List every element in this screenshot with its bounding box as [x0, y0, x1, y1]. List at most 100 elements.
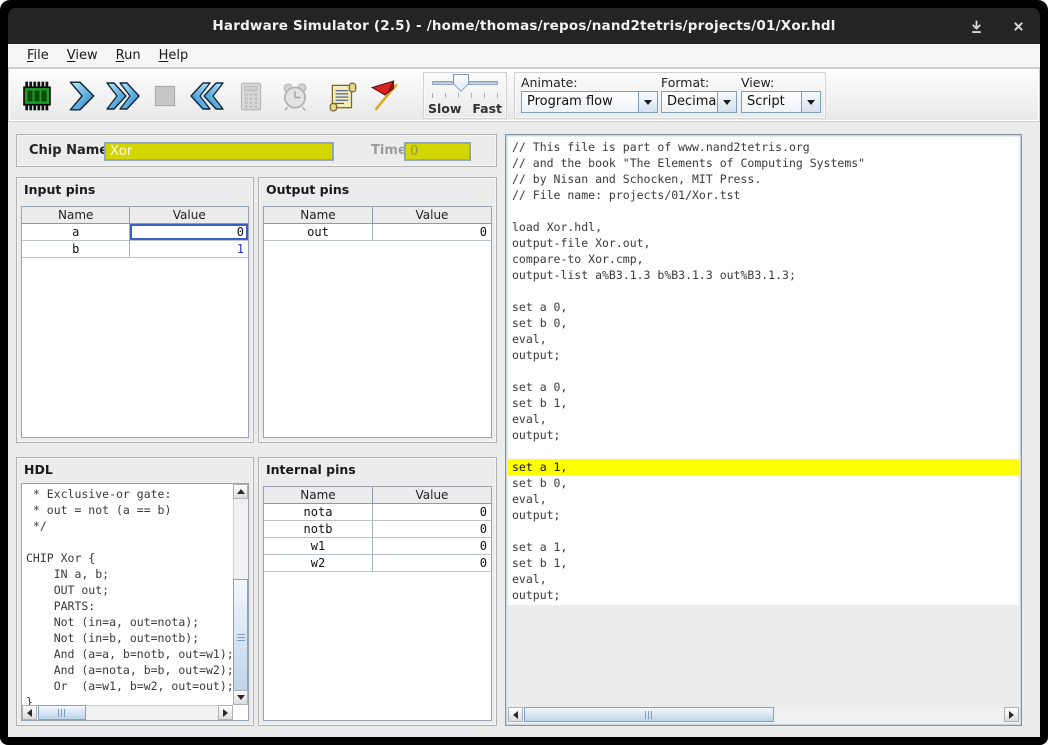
scroll-left-button[interactable] [508, 707, 523, 722]
view-value: Script [742, 92, 801, 112]
pin-row: b1 [22, 241, 248, 258]
minimize-button[interactable] [968, 18, 984, 34]
close-icon [1012, 20, 1025, 33]
script-hscroll-thumb[interactable] [524, 707, 774, 722]
pin-value: 0 [373, 538, 491, 555]
column-header-value: Value [130, 207, 248, 224]
slider-ticks [432, 93, 498, 98]
scroll-down-button[interactable] [233, 690, 248, 705]
pin-row: w20 [264, 555, 491, 572]
scroll-right-button[interactable] [1004, 707, 1019, 722]
pin-name: a [22, 224, 130, 241]
code-line: // File name: projects/01/Xor.tst [508, 187, 1019, 203]
code-line [22, 534, 233, 550]
code-line: load Xor.hdl, [508, 219, 1019, 235]
close-button[interactable] [1010, 18, 1026, 34]
menu-item-view[interactable]: View [58, 44, 107, 67]
alarm-clock-icon [278, 79, 312, 113]
script-horizontal-scrollbar[interactable] [508, 708, 1019, 723]
scroll-left-button[interactable] [22, 705, 37, 720]
pin-row: out0 [264, 224, 491, 241]
code-line [508, 443, 1019, 459]
scroll-up-button[interactable] [233, 484, 248, 499]
clock-button [275, 76, 315, 116]
code-line [508, 203, 1019, 219]
code-line: output; [508, 587, 1019, 603]
chip-name-field[interactable]: Xor [104, 142, 334, 161]
column-header-value: Value [373, 207, 491, 224]
pin-row: w10 [264, 538, 491, 555]
triangle-left-icon [27, 709, 32, 717]
pin-name: notb [264, 521, 373, 538]
triangle-down-icon [237, 695, 245, 700]
pin-row: notb0 [264, 521, 491, 538]
code-line: } [22, 694, 233, 705]
reset-button[interactable] [187, 76, 227, 116]
code-line: eval, [508, 491, 1019, 507]
format-value: Decimal [662, 92, 717, 112]
code-line [508, 363, 1019, 379]
run-button[interactable] [103, 76, 143, 116]
internal-pins-title: Internal pins [266, 462, 356, 477]
animate-dropdown-button[interactable] [638, 92, 657, 112]
stop-square-icon [148, 79, 182, 113]
breakpoints-button[interactable] [365, 76, 405, 116]
hdl-horizontal-scrollbar[interactable] [22, 705, 233, 720]
code-line [508, 523, 1019, 539]
current-script-line: set a 1, [508, 459, 1019, 475]
column-header-value: Value [373, 487, 491, 504]
hdl-title: HDL [24, 462, 53, 477]
load-chip-button[interactable] [17, 76, 57, 116]
pin-name: w1 [264, 538, 373, 555]
rewind-icon [190, 79, 224, 113]
code-line: output; [508, 507, 1019, 523]
dropdowns-group: Animate: Program flow Format: Decimal Vi… [514, 72, 826, 119]
code-line: * Exclusive-or gate: [22, 486, 233, 502]
menu-item-help[interactable]: Help [150, 44, 198, 67]
code-line [508, 283, 1019, 299]
pin-value[interactable]: 1 [130, 241, 248, 258]
view-label: View: [741, 75, 821, 91]
code-line: output-list a%B3.1.3 b%B3.1.3 out%B3.1.3… [508, 267, 1019, 283]
chip-icon [20, 79, 54, 113]
code-line: eval, [508, 331, 1019, 347]
code-line: * out = not (a == b) [22, 502, 233, 518]
menu-item-run[interactable]: Run [107, 44, 150, 67]
code-line: IN a, b; [22, 566, 233, 582]
output-pins-panel: Output pins Name Value out0 [258, 177, 497, 443]
speed-slider-thumb[interactable] [453, 74, 469, 92]
format-select[interactable]: Decimal [661, 91, 737, 113]
pin-value[interactable]: 0 [130, 224, 248, 241]
output-pins-table: Name Value out0 [263, 206, 492, 438]
fast-forward-icon [106, 79, 140, 113]
pin-name: nota [264, 504, 373, 521]
hdl-vscroll-thumb[interactable] [233, 579, 248, 693]
column-header-name: Name [22, 207, 130, 224]
pin-value: 0 [373, 224, 491, 241]
code-line: set b 0, [508, 315, 1019, 331]
internal-pins-table: Name Value nota0notb0w10w20 [263, 486, 492, 721]
scroll-right-button[interactable] [218, 705, 233, 720]
stop-button [145, 76, 185, 116]
view-dropdown-button[interactable] [801, 92, 820, 112]
hdl-vertical-scrollbar[interactable] [233, 484, 248, 705]
code-line: set b 1, [508, 555, 1019, 571]
hdl-hscroll-thumb[interactable] [38, 705, 86, 720]
code-line: */ [22, 518, 233, 534]
menu-item-file[interactable]: File [18, 44, 58, 67]
chip-header-panel: Chip Name : Xor Time : 0 [16, 134, 497, 167]
script-panel: // This file is part of www.nand2tetris.… [505, 134, 1022, 726]
hdl-panel: HDL * Exclusive-or gate: * out = not (a … [16, 457, 254, 726]
main-area: Chip Name : Xor Time : 0 Input pins Name… [8, 122, 1040, 737]
code-line: And (a=nota, b=b, out=w2); [22, 662, 233, 678]
pin-name: out [264, 224, 373, 241]
view-select[interactable]: Script [741, 91, 821, 113]
load-script-button[interactable] [323, 76, 363, 116]
input-pins-title: Input pins [24, 182, 95, 197]
single-step-button[interactable] [61, 76, 101, 116]
script-code: // This file is part of www.nand2tetris.… [508, 137, 1019, 605]
animate-select[interactable]: Program flow [521, 91, 658, 113]
format-dropdown-button[interactable] [717, 92, 736, 112]
code-line: Not (in=a, out=nota); [22, 614, 233, 630]
title-bar: Hardware Simulator (2.5) - /home/thomas/… [8, 8, 1040, 44]
